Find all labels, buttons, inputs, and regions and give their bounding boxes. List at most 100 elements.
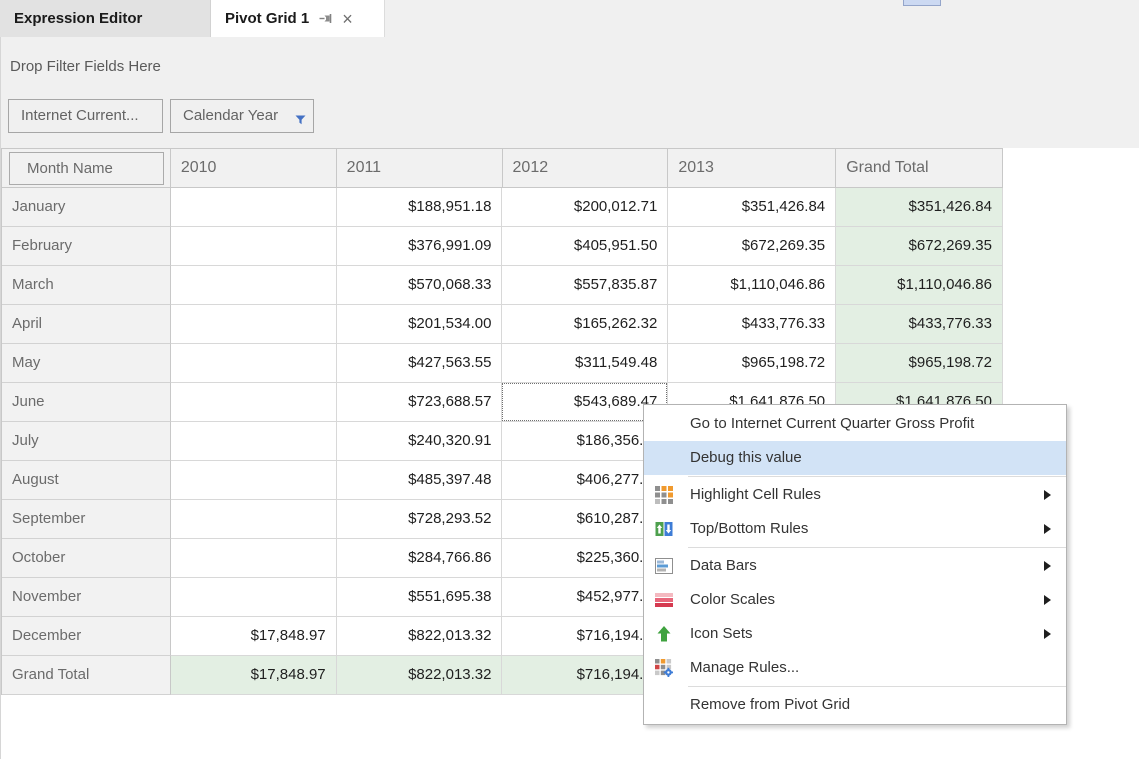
pivot-cell[interactable]: $351,426.84 (836, 188, 1003, 227)
pivot-cell[interactable] (171, 500, 337, 539)
pivot-cell[interactable]: $311,549.48 (502, 344, 668, 383)
tab-expression-editor[interactable]: Expression Editor (0, 0, 211, 37)
menu-item-label: Color Scales (690, 591, 775, 608)
menu-separator (688, 476, 1066, 477)
pivot-cell[interactable]: $557,835.87 (502, 266, 668, 305)
pivot-cell[interactable] (171, 305, 337, 344)
pivot-filter-area: Drop Filter Fields Here Internet Current… (1, 37, 1139, 148)
menu-item-icon-sets[interactable]: Icon Sets (644, 617, 1066, 651)
pivot-cell[interactable]: $433,776.33 (668, 305, 836, 344)
pivot-cell[interactable]: $17,848.97 (171, 656, 337, 695)
pivot-cell[interactable]: $728,293.52 (337, 500, 503, 539)
filter-field-calendar-year[interactable]: Calendar Year (170, 99, 314, 133)
column-header-2010[interactable]: 2010 (171, 149, 337, 188)
pivot-cell[interactable]: $822,013.32 (337, 656, 503, 695)
pivot-cell[interactable] (171, 578, 337, 617)
data-bars-icon (655, 557, 673, 575)
pivot-cell[interactable] (171, 461, 337, 500)
filter-field-label: Calendar Year (183, 107, 278, 124)
menu-item-label: Data Bars (690, 557, 757, 574)
row-field-month-name[interactable]: Month Name (9, 152, 164, 185)
filter-field-internet-current[interactable]: Internet Current... (8, 99, 163, 133)
pivot-cell[interactable]: $405,951.50 (502, 227, 668, 266)
menu-item-top-bottom-rules[interactable]: Top/Bottom Rules (644, 512, 1066, 546)
row-header[interactable]: November (2, 578, 171, 617)
menu-item-remove-from-pivot-grid[interactable]: Remove from Pivot Grid (644, 688, 1066, 722)
pivot-row-february: February$376,991.09$405,951.50$672,269.3… (2, 227, 1003, 266)
pivot-cell[interactable] (171, 539, 337, 578)
submenu-arrow-icon (1044, 595, 1051, 605)
pivot-cell[interactable]: $551,695.38 (337, 578, 503, 617)
tab-icons: × (319, 10, 353, 28)
pivot-cell[interactable]: $723,688.57 (337, 383, 503, 422)
row-header[interactable]: September (2, 500, 171, 539)
row-header[interactable]: January (2, 188, 171, 227)
pivot-cell[interactable]: $1,110,046.86 (668, 266, 836, 305)
filter-funnel-icon[interactable] (295, 105, 306, 137)
pivot-cell[interactable]: $201,534.00 (337, 305, 503, 344)
pivot-cell[interactable]: $672,269.35 (836, 227, 1003, 266)
menu-item-go-to-internet-current-quarter-gross-profit[interactable]: Go to Internet Current Quarter Gross Pro… (644, 407, 1066, 441)
row-header[interactable]: Grand Total (2, 656, 171, 695)
pivot-cell[interactable]: $1,110,046.86 (836, 266, 1003, 305)
pivot-cell[interactable]: $427,563.55 (337, 344, 503, 383)
pivot-cell[interactable]: $570,068.33 (337, 266, 503, 305)
pivot-column-header-row: Month Name2010201120122013Grand Total (2, 149, 1003, 188)
column-header-grand-total[interactable]: Grand Total (836, 149, 1003, 188)
toolbar-button-fragment[interactable] (903, 0, 941, 6)
tab-pivot-grid-1[interactable]: Pivot Grid 1 × (211, 0, 385, 37)
submenu-arrow-icon (1044, 629, 1051, 639)
submenu-arrow-icon (1044, 524, 1051, 534)
pivot-cell[interactable]: $672,269.35 (668, 227, 836, 266)
menu-item-manage-rules[interactable]: Manage Rules... (644, 651, 1066, 685)
tab-label: Expression Editor (14, 10, 142, 27)
close-icon[interactable]: × (342, 10, 353, 28)
pivot-cell[interactable]: $165,262.32 (502, 305, 668, 344)
row-header[interactable]: May (2, 344, 171, 383)
menu-item-highlight-cell-rules[interactable]: Highlight Cell Rules (644, 478, 1066, 512)
pivot-cell[interactable]: $485,397.48 (337, 461, 503, 500)
pivot-cell[interactable] (171, 266, 337, 305)
menu-item-debug-this-value[interactable]: Debug this value (644, 441, 1066, 475)
pivot-cell[interactable] (171, 344, 337, 383)
row-header[interactable]: August (2, 461, 171, 500)
pivot-cell[interactable]: $188,951.18 (337, 188, 503, 227)
menu-separator (688, 547, 1066, 548)
row-header[interactable]: July (2, 422, 171, 461)
pivot-cell[interactable] (171, 383, 337, 422)
pivot-cell[interactable]: $376,991.09 (337, 227, 503, 266)
pivot-row-march: March$570,068.33$557,835.87$1,110,046.86… (2, 266, 1003, 305)
column-header-2012[interactable]: 2012 (503, 149, 669, 188)
pivot-cell[interactable]: $965,198.72 (668, 344, 836, 383)
menu-item-color-scales[interactable]: Color Scales (644, 583, 1066, 617)
row-header[interactable]: April (2, 305, 171, 344)
pivot-cell[interactable] (171, 422, 337, 461)
pivot-cell[interactable]: $200,012.71 (502, 188, 668, 227)
pivot-cell[interactable]: $17,848.97 (171, 617, 337, 656)
row-header[interactable]: October (2, 539, 171, 578)
row-header[interactable]: June (2, 383, 171, 422)
row-header[interactable]: March (2, 266, 171, 305)
pivot-cell[interactable]: $240,320.91 (337, 422, 503, 461)
row-header[interactable]: February (2, 227, 171, 266)
top-bottom-rules-icon (655, 520, 673, 538)
menu-item-label: Debug this value (690, 449, 802, 466)
pivot-cell[interactable]: $965,198.72 (836, 344, 1003, 383)
pivot-cell[interactable] (171, 188, 337, 227)
pin-icon[interactable] (319, 11, 334, 26)
pivot-cell[interactable]: $433,776.33 (836, 305, 1003, 344)
menu-item-label: Highlight Cell Rules (690, 486, 821, 503)
tab-label: Pivot Grid 1 (225, 10, 309, 27)
column-header-2013[interactable]: 2013 (668, 149, 836, 188)
pivot-cell[interactable] (171, 227, 337, 266)
column-header-2011[interactable]: 2011 (337, 149, 503, 188)
pivot-corner-cell: Month Name (2, 149, 171, 188)
row-header[interactable]: December (2, 617, 171, 656)
pivot-cell[interactable]: $822,013.32 (337, 617, 503, 656)
pivot-row-april: April$201,534.00$165,262.32$433,776.33$4… (2, 305, 1003, 344)
submenu-arrow-icon (1044, 490, 1051, 500)
menu-item-label: Go to Internet Current Quarter Gross Pro… (690, 415, 974, 432)
pivot-cell[interactable]: $284,766.86 (337, 539, 503, 578)
menu-item-data-bars[interactable]: Data Bars (644, 549, 1066, 583)
pivot-cell[interactable]: $351,426.84 (668, 188, 836, 227)
